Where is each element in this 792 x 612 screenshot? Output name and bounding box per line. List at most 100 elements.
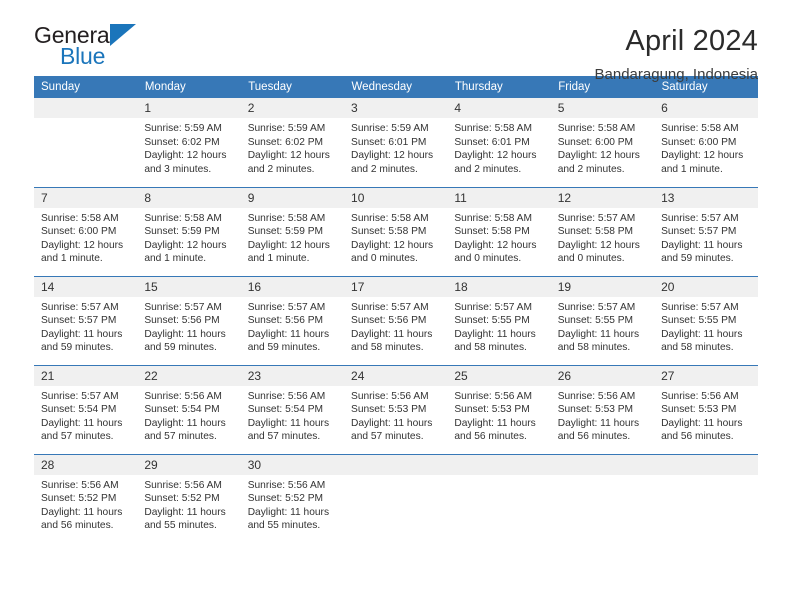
day-number: 14 — [34, 276, 138, 297]
calendar-day-cell[interactable]: 12 Sunrise: 5:57 AM Sunset: 5:58 PM Dayligh… — [550, 186, 655, 276]
calendar-day-cell[interactable]: 25 Sunrise: 5:56 AM Sunset: 5:53 PM Dayligh… — [447, 364, 551, 454]
calendar-day-cell[interactable]: 10 Sunrise: 5:58 AM Sunset: 5:58 PM Dayligh… — [344, 186, 448, 276]
calendar-day-cell[interactable]: 2 Sunrise: 5:59 AM Sunset: 6:02 PM Daylight… — [240, 98, 345, 187]
calendar-day-cell[interactable]: 9 Sunrise: 5:58 AM Sunset: 5:59 PM Daylight… — [240, 186, 345, 276]
calendar-day-cell[interactable]: 5 Sunrise: 5:58 AM Sunset: 6:00 PM Daylight… — [550, 98, 655, 187]
calendar-day-cell[interactable]: 4 Sunrise: 5:58 AM Sunset: 6:01 PM Daylight… — [447, 98, 551, 187]
calendar-day-cell-empty — [654, 453, 758, 543]
sunrise-time: Sunrise: 5:58 AM — [351, 212, 429, 224]
calendar-day-cell[interactable]: 20 Sunrise: 5:57 AM Sunset: 5:55 PM Dayligh… — [654, 275, 758, 365]
day-details: Sunrise: 5:58 AM Sunset: 6:00 PM Daylight:… — [551, 118, 654, 176]
day-number: 25 — [447, 365, 551, 386]
general-blue-logo[interactable]: General Blue — [34, 22, 154, 74]
day-details: Sunrise: 5:56 AM Sunset: 5:53 PM Daylight:… — [654, 386, 757, 444]
daylight-duration-line2: and 0 minutes. — [557, 253, 625, 265]
calendar-day-cell[interactable]: 13 Sunrise: 5:57 AM Sunset: 5:57 PM Dayligh… — [654, 186, 758, 276]
calendar-day-cell[interactable]: 18 Sunrise: 5:57 AM Sunset: 5:55 PM Dayligh… — [447, 275, 551, 365]
day-details: Sunrise: 5:56 AM Sunset: 5:52 PM Daylight:… — [34, 475, 137, 533]
calendar-day-cell[interactable]: 19 Sunrise: 5:57 AM Sunset: 5:55 PM Dayligh… — [550, 275, 655, 365]
day-details: Sunrise: 5:57 AM Sunset: 5:55 PM Daylight:… — [447, 297, 550, 355]
sunset-time: Sunset: 5:58 PM — [454, 226, 530, 238]
day-number: 19 — [550, 276, 655, 297]
daylight-duration-line2: and 58 minutes. — [454, 342, 527, 354]
page-title: April 2024 — [625, 25, 758, 57]
sunset-time: Sunset: 5:58 PM — [351, 226, 427, 238]
sunrise-time: Sunrise: 5:56 AM — [41, 479, 119, 491]
day-details: Sunrise: 5:57 AM Sunset: 5:56 PM Daylight:… — [137, 297, 240, 355]
calendar-day-cell[interactable]: 24 Sunrise: 5:56 AM Sunset: 5:53 PM Dayligh… — [344, 364, 448, 454]
day-details: Sunrise: 5:57 AM Sunset: 5:56 PM Daylight:… — [344, 297, 447, 355]
daylight-duration-line1: Daylight: 11 hours — [557, 328, 640, 340]
sunset-time: Sunset: 5:55 PM — [454, 315, 530, 327]
sunset-time: Sunset: 5:53 PM — [351, 404, 427, 416]
sunset-time: Sunset: 5:56 PM — [144, 315, 220, 327]
day-number: 1 — [137, 98, 241, 118]
day-details: Sunrise: 5:58 AM Sunset: 5:59 PM Daylight:… — [241, 208, 344, 266]
day-number: 7 — [34, 187, 138, 208]
sunset-time: Sunset: 5:56 PM — [351, 315, 427, 327]
title-block: April 2024 Bandaragung, Indonesia — [595, 22, 758, 86]
calendar-day-cell[interactable]: 1 Sunrise: 5:59 AM Sunset: 6:02 PM Daylight… — [137, 98, 241, 187]
sunset-time: Sunset: 5:52 PM — [41, 493, 117, 505]
calendar-day-cell[interactable]: 8 Sunrise: 5:58 AM Sunset: 5:59 PM Daylight… — [137, 186, 241, 276]
daylight-duration-line1: Daylight: 11 hours — [247, 328, 330, 340]
daylight-duration-line1: Daylight: 11 hours — [247, 506, 330, 518]
calendar-day-cell[interactable]: 3 Sunrise: 5:59 AM Sunset: 6:01 PM Daylight… — [344, 98, 448, 187]
calendar-day-cell[interactable]: 7 Sunrise: 5:58 AM Sunset: 6:00 PM Daylight… — [34, 186, 138, 276]
sunset-time: Sunset: 5:53 PM — [557, 404, 634, 416]
logo-text-blue: Blue — [60, 43, 106, 69]
calendar-day-cell[interactable]: 29 Sunrise: 5:56 AM Sunset: 5:52 PM Dayligh… — [137, 453, 241, 543]
daylight-duration-line1: Daylight: 11 hours — [247, 417, 330, 429]
sunset-time: Sunset: 5:58 PM — [557, 226, 634, 238]
daylight-duration-line2: and 59 minutes. — [144, 342, 217, 354]
calendar-day-cell[interactable]: 21 Sunrise: 5:57 AM Sunset: 5:54 PM Dayligh… — [34, 364, 138, 454]
calendar-day-cell[interactable]: 26 Sunrise: 5:56 AM Sunset: 5:53 PM Dayligh… — [550, 364, 655, 454]
calendar-day-cell[interactable]: 22 Sunrise: 5:56 AM Sunset: 5:54 PM Dayligh… — [137, 364, 241, 454]
calendar-day-cell[interactable]: 28 Sunrise: 5:56 AM Sunset: 5:52 PM Dayligh… — [34, 453, 138, 543]
daylight-duration-line1: Daylight: 11 hours — [661, 417, 743, 429]
daylight-duration-line2: and 1 minute. — [144, 253, 207, 265]
sunrise-time: Sunrise: 5:58 AM — [661, 123, 739, 134]
daylight-duration-line2: and 57 minutes. — [144, 431, 217, 443]
daylight-duration-line1: Daylight: 11 hours — [41, 417, 123, 429]
sunrise-time: Sunrise: 5:56 AM — [661, 390, 739, 402]
calendar-day-cell-empty — [550, 453, 655, 543]
calendar-day-cell[interactable]: 17 Sunrise: 5:57 AM Sunset: 5:56 PM Dayligh… — [344, 275, 448, 365]
day-number: 6 — [654, 98, 758, 118]
daylight-duration-line2: and 58 minutes. — [351, 342, 424, 354]
day-details: Sunrise: 5:56 AM Sunset: 5:53 PM Daylight:… — [344, 386, 447, 444]
day-details: Sunrise: 5:57 AM Sunset: 5:56 PM Daylight:… — [241, 297, 344, 355]
day-details: Sunrise: 5:57 AM Sunset: 5:54 PM Daylight:… — [34, 386, 137, 444]
sunset-time: Sunset: 5:59 PM — [144, 226, 220, 238]
calendar-day-cell[interactable]: 23 Sunrise: 5:56 AM Sunset: 5:54 PM Dayligh… — [240, 364, 345, 454]
daylight-duration-line1: Daylight: 12 hours — [41, 239, 124, 251]
calendar-day-cell[interactable]: 6 Sunrise: 5:58 AM Sunset: 6:00 PM Daylight… — [654, 98, 758, 187]
sunrise-time: Sunrise: 5:58 AM — [247, 212, 326, 224]
sunset-time: Sunset: 6:00 PM — [41, 226, 117, 238]
sunrise-time: Sunrise: 5:59 AM — [247, 123, 326, 134]
calendar-day-cell[interactable]: 15 Sunrise: 5:57 AM Sunset: 5:56 PM Dayligh… — [137, 275, 241, 365]
day-number: 8 — [137, 187, 241, 208]
daylight-duration-line2: and 1 minute. — [41, 253, 103, 265]
calendar-week-row: 7 Sunrise: 5:58 AM Sunset: 6:00 PM Daylight… — [34, 186, 758, 276]
daylight-duration-line2: and 55 minutes. — [144, 520, 217, 532]
daylight-duration-line2: and 2 minutes. — [351, 163, 418, 175]
day-number: 23 — [240, 365, 345, 386]
day-number — [447, 454, 551, 475]
day-number: 24 — [344, 365, 448, 386]
weekday-header-sunday: Sunday — [34, 76, 138, 98]
calendar-day-cell[interactable]: 16 Sunrise: 5:57 AM Sunset: 5:56 PM Dayligh… — [240, 275, 345, 365]
sunset-time: Sunset: 5:59 PM — [247, 226, 324, 238]
sunrise-time: Sunrise: 5:57 AM — [557, 301, 636, 313]
calendar-day-cell[interactable]: 30 Sunrise: 5:56 AM Sunset: 5:52 PM Dayligh… — [240, 453, 345, 543]
sunset-time: Sunset: 6:02 PM — [144, 136, 220, 148]
calendar-day-cell[interactable]: 11 Sunrise: 5:58 AM Sunset: 5:58 PM Dayligh… — [447, 186, 551, 276]
daylight-duration-line1: Daylight: 12 hours — [144, 239, 227, 251]
day-number: 16 — [240, 276, 345, 297]
calendar-day-cell[interactable]: 14 Sunrise: 5:57 AM Sunset: 5:57 PM Dayligh… — [34, 275, 138, 365]
sunrise-time: Sunrise: 5:58 AM — [454, 123, 532, 134]
calendar-day-cell[interactable]: 27 Sunrise: 5:56 AM Sunset: 5:53 PM Dayligh… — [654, 364, 758, 454]
daylight-duration-line1: Daylight: 12 hours — [557, 239, 640, 251]
daylight-duration-line1: Daylight: 12 hours — [247, 150, 330, 162]
daylight-duration-line2: and 56 minutes. — [454, 431, 527, 443]
